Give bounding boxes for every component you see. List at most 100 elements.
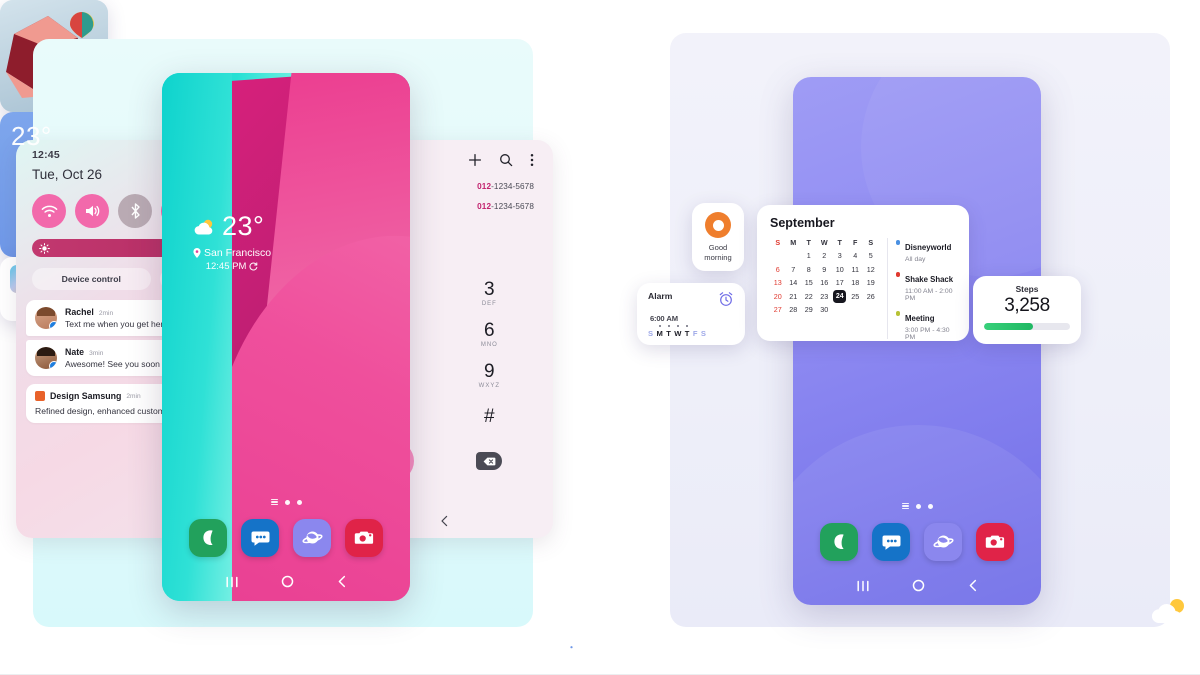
- calendar-day[interactable]: 9: [817, 263, 833, 277]
- calendar-day[interactable]: 19: [863, 276, 879, 290]
- calendar-weekday: T: [806, 238, 811, 247]
- divider: [886, 238, 888, 339]
- calendar-day[interactable]: 13: [770, 276, 786, 290]
- calendar-day[interactable]: [786, 249, 802, 263]
- page-dot[interactable]: [927, 503, 933, 509]
- calendar-day[interactable]: 25: [848, 290, 864, 304]
- good-morning-widget[interactable]: Good morning: [692, 203, 744, 271]
- alarm-day[interactable]: S: [648, 329, 653, 338]
- dialpad-key-9[interactable]: 9 WXYZ: [442, 355, 537, 395]
- alarm-title: Alarm: [648, 291, 673, 301]
- home-dock: [162, 519, 410, 557]
- calendar-day[interactable]: 22: [801, 290, 817, 304]
- back-chevron-icon: [338, 575, 345, 588]
- calendar-day[interactable]: 28: [786, 303, 802, 317]
- weather-time-text: 12:45 PM: [205, 261, 247, 272]
- calendar-day[interactable]: 6: [770, 263, 786, 277]
- app-list-indicator-icon[interactable]: [901, 503, 909, 509]
- calendar-event[interactable]: Meeting 3:00 PM - 4:30 PM: [895, 308, 957, 341]
- calendar-widget[interactable]: September S M T W T F S 1 2 3 4 5 6 7 8 …: [757, 205, 969, 341]
- calendar-event[interactable]: Shake Shack 11:00 AM - 2:00 PM: [895, 269, 957, 302]
- calendar-day[interactable]: [832, 303, 848, 317]
- calendar-day[interactable]: 7: [786, 263, 802, 277]
- page-dot[interactable]: [296, 499, 302, 505]
- app-badge-icon: [49, 361, 57, 369]
- dialpad-key-3[interactable]: 3 DEF: [442, 273, 537, 313]
- alarm-day[interactable]: S: [701, 329, 706, 338]
- home-button[interactable]: [281, 575, 294, 593]
- more-options-button[interactable]: [530, 153, 534, 167]
- calendar-day[interactable]: 16: [817, 276, 833, 290]
- calendar-day[interactable]: [848, 303, 864, 317]
- dock-app-internet[interactable]: [924, 523, 962, 561]
- calendar-day[interactable]: [770, 249, 786, 263]
- app-list-indicator-icon[interactable]: [270, 499, 278, 505]
- calendar-week-row: 6 7 8 9 10 11 12: [770, 263, 879, 277]
- calendar-day[interactable]: 21: [786, 290, 802, 304]
- steps-widget[interactable]: Steps 3,258: [973, 276, 1081, 344]
- back-button[interactable]: [968, 579, 978, 597]
- calendar-day[interactable]: 30: [817, 303, 833, 317]
- calendar-day-today[interactable]: 24: [832, 289, 848, 304]
- app-icon: [35, 391, 45, 401]
- home-weather-widget[interactable]: 23° San Francisco 12:45 PM: [193, 211, 271, 272]
- calendar-day[interactable]: 1: [801, 249, 817, 263]
- dock-app-phone[interactable]: [189, 519, 227, 557]
- dock-app-messages[interactable]: [872, 523, 910, 561]
- recents-button[interactable]: [856, 579, 870, 597]
- alarm-widget[interactable]: Alarm 6:00 AM S M T W T F S: [637, 283, 745, 345]
- alarm-day[interactable]: W: [674, 329, 681, 338]
- calendar-day[interactable]: 27: [770, 303, 786, 317]
- alarm-clock-icon: [719, 292, 733, 306]
- calendar-day[interactable]: 20: [770, 290, 786, 304]
- backspace-button[interactable]: [476, 452, 503, 470]
- calendar-day[interactable]: 26: [863, 290, 879, 304]
- quick-toggle-wifi[interactable]: [32, 194, 66, 228]
- calendar-day[interactable]: [863, 303, 879, 317]
- search-button[interactable]: [499, 153, 513, 167]
- dialpad-key-6[interactable]: 6 MNO: [442, 314, 537, 354]
- calendar-day[interactable]: 5: [863, 249, 879, 263]
- alarm-day[interactable]: F: [693, 329, 698, 338]
- home-button[interactable]: [912, 579, 925, 597]
- calendar-day[interactable]: 29: [801, 303, 817, 317]
- calendar-day[interactable]: 11: [848, 263, 864, 277]
- calendar-day[interactable]: 3: [832, 249, 848, 263]
- calendar-day[interactable]: 23: [817, 290, 833, 304]
- good-morning-line1: Good: [708, 243, 728, 253]
- device-control-button[interactable]: Device control: [32, 268, 151, 290]
- calendar-event[interactable]: Disneyworld All day: [895, 237, 957, 263]
- recents-icon: [857, 580, 869, 592]
- recents-button[interactable]: [225, 575, 239, 593]
- calendar-day[interactable]: 18: [848, 276, 864, 290]
- page-dot[interactable]: [915, 503, 921, 509]
- calendar-day[interactable]: 14: [786, 276, 802, 290]
- quick-toggle-sound[interactable]: [75, 194, 109, 228]
- quick-toggle-bluetooth[interactable]: [118, 194, 152, 228]
- add-contact-button[interactable]: [468, 153, 482, 167]
- calendar-day[interactable]: 17: [832, 276, 848, 290]
- avatar: [35, 307, 57, 329]
- calendar-day[interactable]: 15: [801, 276, 817, 290]
- alarm-day[interactable]: T: [685, 329, 690, 338]
- calendar-day[interactable]: 8: [801, 263, 817, 277]
- calendar-day[interactable]: 12: [863, 263, 879, 277]
- steps-progress-fill: [984, 323, 1034, 330]
- calendar-day[interactable]: 4: [848, 249, 864, 263]
- notification-time: 2min: [98, 310, 114, 317]
- alarm-day[interactable]: M: [656, 329, 662, 338]
- alarm-day[interactable]: T: [666, 329, 671, 338]
- page-dot[interactable]: [284, 499, 290, 505]
- dock-app-phone[interactable]: [820, 523, 858, 561]
- page-indicator: [162, 499, 410, 505]
- calendar-day[interactable]: 2: [817, 249, 833, 263]
- weather-location: San Francisco: [193, 247, 271, 259]
- dock-app-camera[interactable]: [345, 519, 383, 557]
- calendar-day[interactable]: 10: [832, 263, 848, 277]
- dock-app-internet[interactable]: [293, 519, 331, 557]
- back-button[interactable]: [337, 575, 347, 593]
- dialpad-key-hash[interactable]: #: [442, 396, 537, 436]
- dock-app-messages[interactable]: [241, 519, 279, 557]
- dock-app-camera[interactable]: [976, 523, 1014, 561]
- back-button[interactable]: [440, 514, 449, 532]
